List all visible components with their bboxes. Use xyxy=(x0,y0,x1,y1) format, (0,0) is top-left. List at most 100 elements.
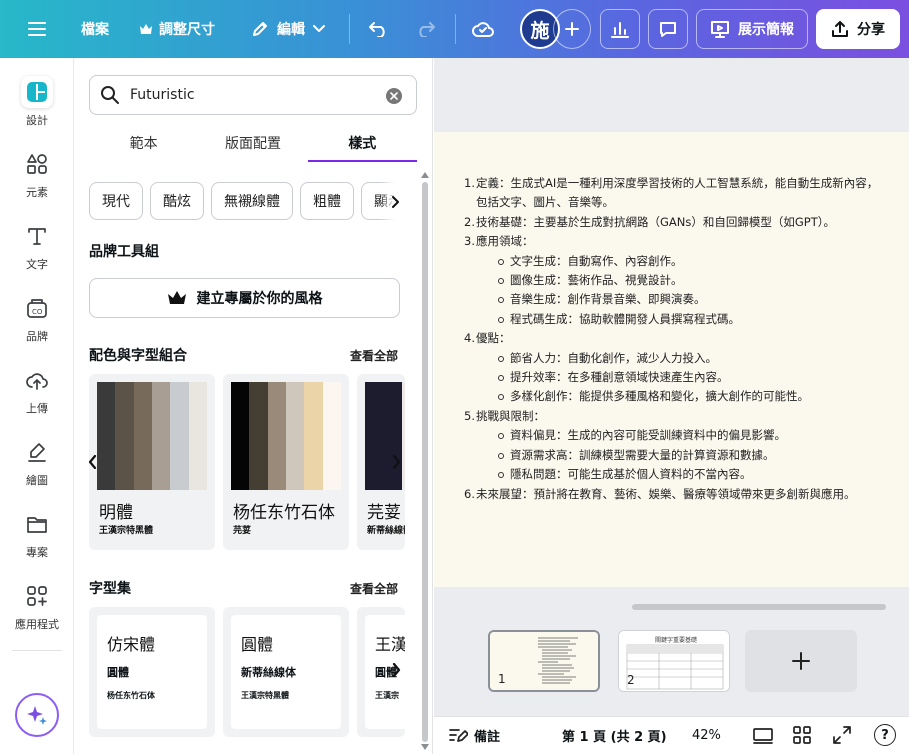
font-set-subheading: 圓體 xyxy=(107,666,129,679)
font-sets-next-button[interactable] xyxy=(385,655,407,685)
present-button[interactable]: 展示簡報 xyxy=(696,9,808,49)
create-brand-style-button[interactable]: 建立專屬於你的風格 xyxy=(89,278,400,318)
page-thumbnail-1[interactable]: 1 xyxy=(488,630,600,692)
bullet-item: 資源需求高：訓練模型需要大量的計算資源和數據。 xyxy=(498,446,884,465)
side-panel: 範本 版面配置 樣式 現代 酷炫 無襯線體 粗體 顯示 品牌工具組 建立專屬於你… xyxy=(75,58,433,754)
grid-view-button[interactable] xyxy=(792,717,812,753)
share-button[interactable]: 分享 xyxy=(816,9,900,49)
grid-view-icon xyxy=(793,726,811,744)
rail-label: 專案 xyxy=(26,546,48,559)
list-item: 6. 未來展望：預計將在教育、藝術、娛樂、醫療等領域帶來更多創新與應用。 xyxy=(464,485,884,504)
chevron-right-icon xyxy=(392,455,400,469)
rail-label: 品牌 xyxy=(26,330,48,343)
rail-item-elements[interactable]: 元素 xyxy=(0,148,74,200)
list-item: 1. 定義：生成式AI是一種利用深度學習技術的人工智慧系統，能自動生成新內容，包括… xyxy=(464,174,884,213)
font-set-body: 杨任东竹石体 xyxy=(107,691,155,700)
cloud-check-icon xyxy=(472,22,494,37)
chip-sans-serif[interactable]: 無襯線體 xyxy=(211,182,293,220)
page-number: 2 xyxy=(627,673,635,687)
rail-item-text[interactable]: 文字 xyxy=(0,220,74,272)
edit-mode-button[interactable]: 編輯 xyxy=(242,14,334,44)
tab-layouts[interactable]: 版面配置 xyxy=(198,124,307,162)
chevron-left-icon xyxy=(88,455,96,469)
combos-see-all-link[interactable]: 查看全部 xyxy=(350,347,398,364)
magic-assistant-button[interactable] xyxy=(15,693,59,737)
rail-item-projects[interactable]: 專案 xyxy=(0,508,74,560)
panel-scroll-up-arrow[interactable] xyxy=(421,172,429,178)
rail-item-apps[interactable]: 應用程式 xyxy=(0,580,74,632)
chip-bold[interactable]: 粗體 xyxy=(300,182,354,220)
combo-card[interactable]: 杨任东竹石体 芫荽 xyxy=(223,374,349,550)
help-button[interactable]: ? xyxy=(874,717,896,753)
fullscreen-button[interactable] xyxy=(832,717,852,753)
panel-scrollbar[interactable] xyxy=(422,182,428,742)
folder-icon xyxy=(21,508,53,540)
sparkle-icon xyxy=(27,706,47,725)
insights-button[interactable] xyxy=(600,9,640,49)
page-number: 1 xyxy=(498,672,506,686)
help-icon: ? xyxy=(874,724,896,746)
font-set-card[interactable]: 圓體 新蒂絲線体 王漢宗特黑體 xyxy=(223,607,349,737)
rail-item-brand[interactable]: CO 品牌 xyxy=(0,292,74,344)
combos-next-button[interactable] xyxy=(385,447,407,477)
list-item: 3. 應用領域： 文字生成：自動寫作、內容創作。 圖像生成：藝術作品、視覺設計。 音樂生… xyxy=(464,232,884,329)
panel-scroll-down-arrow[interactable] xyxy=(421,744,429,750)
redo-button[interactable] xyxy=(410,14,440,44)
undo-button[interactable] xyxy=(364,14,394,44)
comments-button[interactable] xyxy=(648,9,688,49)
invite-button[interactable] xyxy=(553,9,591,49)
chip-cool[interactable]: 酷炫 xyxy=(150,182,204,220)
font-set-heading: 王漢 xyxy=(375,635,405,654)
comment-icon xyxy=(660,22,676,37)
combos-prev-button[interactable] xyxy=(81,447,103,477)
canvas-horizontal-scrollbar[interactable] xyxy=(632,604,886,610)
list-text: 定義：生成式AI是一種利用深度學習技術的人工智慧系統，能自動生成新內容，包括文字… xyxy=(476,176,879,210)
font-set-preview: 仿宋體 圓體 杨任东竹石体 xyxy=(97,615,207,729)
avatar-initial: 施 xyxy=(530,19,550,42)
toolbar-divider xyxy=(455,14,456,44)
font-set-card[interactable]: 仿宋體 圓體 杨任东竹石体 xyxy=(89,607,215,737)
create-brand-style-label: 建立專屬於你的風格 xyxy=(196,291,323,307)
page-thumbnail-2[interactable]: 關鍵字重要基礎 2 xyxy=(618,630,730,692)
notes-button[interactable]: 備註 xyxy=(448,717,500,753)
design-page[interactable]: 1. 定義：生成式AI是一種利用深度學習技術的人工智慧系統，能自動生成新內容，包括… xyxy=(434,132,909,587)
tab-styles[interactable]: 樣式 xyxy=(307,124,417,162)
resize-button[interactable]: 調整尺寸 xyxy=(134,14,220,44)
zoom-control[interactable]: 42% xyxy=(692,717,721,753)
main-menu-button[interactable] xyxy=(22,14,52,44)
bullet-list: 文字生成：自動寫作、內容創作。 圖像生成：藝術作品、視覺設計。 音樂生成：創作背景音… xyxy=(498,252,884,330)
rail-item-design[interactable]: 設計 xyxy=(0,76,74,128)
clear-search-button[interactable] xyxy=(386,88,402,104)
bullet-item: 資料偏見：生成的內容可能受訓練資料中的偏見影響。 xyxy=(498,426,884,445)
combo-card[interactable]: 明體 王漢宗特黑體 xyxy=(89,374,215,550)
tab-templates[interactable]: 範本 xyxy=(89,124,198,162)
font-sets-title: 字型集 xyxy=(89,581,131,597)
font-set-heading: 仿宋體 xyxy=(107,635,156,654)
help-icon-glyph: ? xyxy=(881,727,889,743)
list-text: 未來展望：預計將在教育、藝術、娛樂、醫療等領域帶來更多創新與應用。 xyxy=(476,486,856,501)
font-set-body: 王漢宗 xyxy=(375,691,399,700)
rail-item-upload[interactable]: 上傳 xyxy=(0,364,74,416)
list-text: 優點： xyxy=(476,331,511,346)
list-number: 1. xyxy=(464,176,475,190)
color-swatch xyxy=(322,382,341,490)
chips-next-button[interactable] xyxy=(380,182,410,222)
undo-icon xyxy=(369,22,385,37)
page-view-button[interactable] xyxy=(752,717,774,753)
document-text[interactable]: 1. 定義：生成式AI是一種利用深度學習技術的人工智慧系統，能自動生成新內容，包括… xyxy=(464,174,884,504)
bullet-item: 多樣化創作：能提供多種風格和變化，擴大創作的可能性。 xyxy=(498,387,884,406)
page-indicator[interactable]: 第 1 頁 (共 2 頁) xyxy=(562,717,667,753)
search-input[interactable] xyxy=(130,87,370,103)
font-sets-see-all-link[interactable]: 查看全部 xyxy=(350,580,398,597)
add-page-button[interactable] xyxy=(745,630,857,692)
color-swatch xyxy=(115,382,134,490)
cloud-save-status[interactable] xyxy=(468,14,498,44)
page-view-icon xyxy=(753,728,773,744)
rail-item-draw[interactable]: 繪圖 xyxy=(0,436,74,488)
file-menu-button[interactable]: 檔案 xyxy=(72,14,118,44)
bullet-item: 音樂生成：創作背景音樂、即興演奏。 xyxy=(498,290,884,309)
combos-title: 配色與字型組合 xyxy=(89,348,187,364)
combo-font-name: 明體 xyxy=(99,503,133,523)
draw-icon xyxy=(21,436,53,468)
chip-modern[interactable]: 現代 xyxy=(89,182,143,220)
